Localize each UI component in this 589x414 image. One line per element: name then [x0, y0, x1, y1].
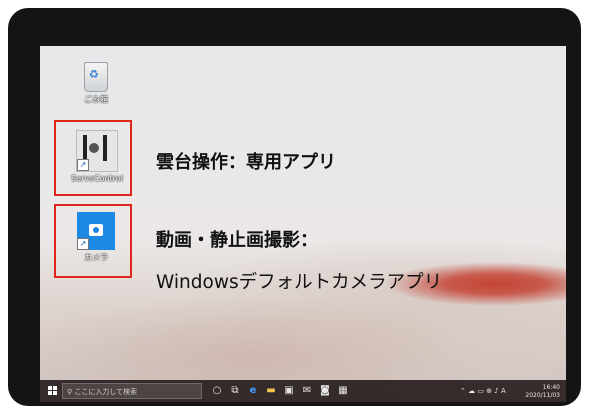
start-button[interactable] — [46, 380, 60, 402]
caption-camera-title: 動画・静止画撮影： — [156, 230, 318, 251]
recycle-bin-icon: ♻ — [84, 62, 108, 92]
mail-icon[interactable]: ✉ — [300, 380, 314, 402]
caption-camera-app: Windowsデフォルトカメラアプリ — [156, 272, 443, 293]
tablet-bezel: ♻ ごみ箱 ↗ ServoControl ↗ カメラ 雲台操作：専用アプリ 動画… — [8, 8, 581, 406]
task-view-icon[interactable]: ⧉ — [228, 380, 242, 402]
caption-servo: 雲台操作：専用アプリ — [156, 152, 336, 173]
clock-time: 16:40 — [542, 384, 560, 391]
desktop-icon-recycle-bin[interactable]: ♻ ごみ箱 — [66, 62, 126, 105]
desktop-icon-label: ごみ箱 — [84, 95, 108, 104]
cortana-icon[interactable]: ○ — [210, 380, 224, 402]
search-placeholder: ここに入力して検索 — [74, 388, 138, 396]
clock[interactable]: 16:40 2020/11/03 — [525, 384, 560, 400]
taskbar: ⚲ ここに入力して検索 ○ ⧉ e ▬ ▣ ✉ ◙ ▦ ⌃ ☁ ▭ ⊕ ♪ A … — [40, 380, 566, 402]
clock-date: 2020/11/03 — [525, 392, 560, 399]
store-icon[interactable]: ▣ — [282, 380, 296, 402]
file-explorer-icon[interactable]: ▬ — [264, 380, 278, 402]
camera-app-icon: ↗ — [77, 212, 115, 250]
desktop-icon-label: ServoControl — [71, 174, 123, 183]
system-tray-icons[interactable]: ⌃ ☁ ▭ ⊕ ♪ A — [460, 380, 506, 402]
edge-icon[interactable]: e — [246, 380, 260, 402]
camera-icon[interactable]: ◙ — [318, 380, 332, 402]
taskbar-search-box[interactable]: ⚲ ここに入力して検索 — [62, 383, 202, 399]
desktop-icon-camera[interactable]: ↗ カメラ — [66, 212, 126, 263]
desktop-screen: ♻ ごみ箱 ↗ ServoControl ↗ カメラ 雲台操作：専用アプリ 動画… — [40, 46, 566, 402]
photos-icon[interactable]: ▦ — [336, 380, 350, 402]
desktop-icon-servocontrol[interactable]: ↗ ServoControl — [64, 130, 130, 183]
shortcut-arrow-icon: ↗ — [77, 159, 89, 171]
shortcut-arrow-icon: ↗ — [77, 238, 89, 250]
desktop-icon-label: カメラ — [84, 253, 108, 262]
servo-control-app-icon: ↗ — [76, 130, 118, 172]
